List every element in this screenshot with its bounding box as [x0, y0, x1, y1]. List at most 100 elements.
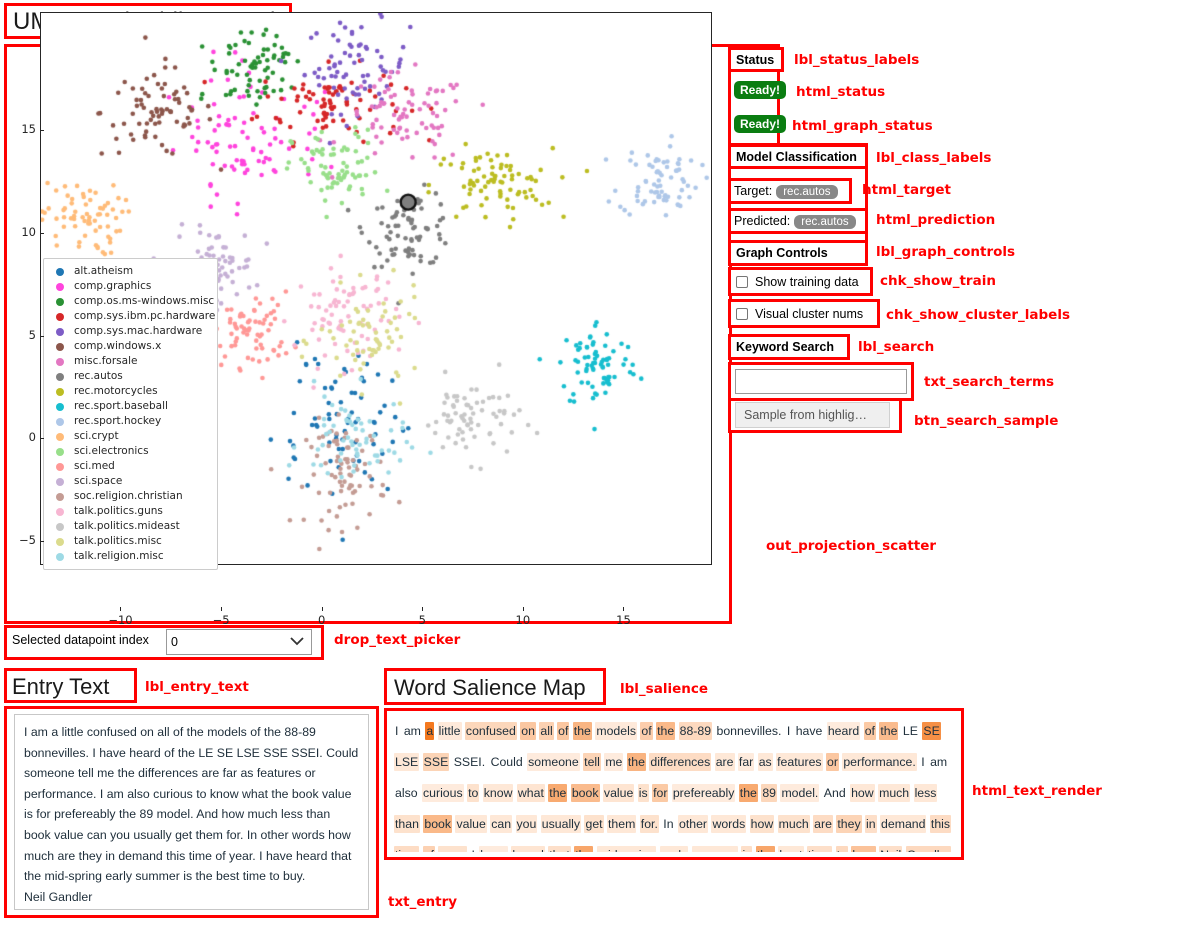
salience-token: is [741, 846, 753, 852]
salience-token: Gandler [905, 846, 952, 852]
legend-color-swatch [56, 507, 64, 516]
legend-color-swatch [56, 522, 64, 531]
salience-token: other [677, 815, 709, 833]
legend-label: comp.graphics [74, 280, 152, 292]
salience-token: summer [691, 846, 739, 852]
graph-status-badge: Ready! [734, 115, 787, 133]
salience-token: the [755, 846, 775, 852]
salience-token: I [921, 755, 925, 769]
salience-token: curious [421, 784, 464, 802]
legend-item: alt.atheism [50, 264, 211, 279]
salience-token: that [548, 846, 571, 852]
salience-token: value [602, 784, 635, 802]
salience-token: you [515, 815, 538, 833]
salience-token: little [437, 722, 462, 740]
salience-token: in [865, 815, 877, 833]
salience-token: bonnevilles. [716, 724, 782, 738]
cluster-nums-checkbox[interactable] [736, 308, 748, 320]
salience-token: SSE [422, 753, 450, 771]
salience-token: the [656, 722, 676, 740]
salience-token: less [913, 784, 938, 802]
txt-entry[interactable]: I am a little confused on all of the mod… [14, 714, 369, 910]
salience-token: 88-89 [678, 722, 713, 740]
salience-token: features [776, 753, 823, 771]
legend-item: rec.motorcycles [50, 384, 211, 399]
salience-token: the [574, 846, 594, 852]
salience-token: than [394, 815, 420, 833]
salience-token: Neil [879, 846, 903, 852]
salience-token: far [737, 753, 755, 771]
legend-color-swatch [56, 462, 64, 471]
salience-token: year. [438, 846, 468, 852]
salience-token: And [823, 786, 846, 800]
salience-token: someone [527, 753, 580, 771]
salience-token: can [490, 815, 513, 833]
salience-token: early [659, 846, 689, 852]
x-axis-tick-label: 15 [616, 613, 631, 627]
salience-token: am [930, 755, 948, 769]
x-axis-tick [321, 607, 323, 611]
legend-label: comp.sys.ibm.pc.hardware [74, 310, 216, 322]
salience-token: best [778, 846, 804, 852]
annotation-html-status: html_status [796, 84, 886, 100]
out-projection-scatter[interactable]: alt.atheism comp.graphics comp.os.ms-windo… [40, 12, 712, 570]
legend-item: misc.forsale [50, 354, 211, 369]
legend-item: rec.sport.hockey [50, 414, 211, 429]
annotation-chk-show-train: chk_show_train [880, 273, 996, 289]
salience-token: I [786, 724, 791, 738]
legend-label: talk.politics.guns [74, 505, 163, 517]
salience-token: of [422, 846, 435, 852]
salience-token: what [516, 784, 545, 802]
search-input[interactable] [735, 369, 907, 394]
annotation-txt-search-terms: txt_search_terms [924, 374, 1055, 390]
legend-item: sci.space [50, 474, 211, 489]
chk-show-cluster-labels[interactable]: Visual cluster nums [736, 307, 863, 321]
salience-token: know [482, 784, 514, 802]
legend-item: talk.politics.mideast [50, 519, 211, 534]
salience-token: usually [540, 815, 582, 833]
legend-color-swatch [56, 477, 64, 486]
legend-color-swatch [56, 387, 64, 396]
salience-token: for. [639, 815, 659, 833]
y-axis-tick-label: 15 [21, 122, 36, 136]
salience-token: SSEI. [453, 755, 486, 769]
legend-item: sci.med [50, 459, 211, 474]
legend-label: rec.autos [74, 370, 123, 382]
salience-token: heard [511, 846, 545, 852]
salience-token: time [806, 846, 833, 852]
search-sample-button[interactable]: Sample from highlig… [735, 402, 890, 428]
legend-color-swatch [56, 342, 64, 351]
salience-token: of [640, 722, 653, 740]
salience-token: the [548, 784, 568, 802]
salience-token: are [813, 815, 833, 833]
salience-token: also [395, 786, 418, 800]
legend-item: sci.crypt [50, 429, 211, 444]
salience-token: me [604, 753, 624, 771]
chk-show-train[interactable]: Show training data [736, 275, 859, 289]
salience-token: prefereably [671, 784, 736, 802]
legend-color-swatch [56, 552, 64, 561]
salience-token: on [520, 722, 536, 740]
salience-token: am [403, 724, 421, 738]
y-axis-tick-label: 5 [28, 327, 36, 342]
salience-token: this [929, 815, 952, 833]
salience-token: as [757, 753, 773, 771]
status-badge: Ready! [734, 81, 787, 99]
annotation-html-target: html_target [862, 182, 952, 198]
legend-label: talk.politics.misc [74, 535, 162, 547]
salience-token: the [879, 722, 899, 740]
salience-token: LSE [394, 753, 420, 771]
html-text-render: I am a little confused on all of the mod… [394, 716, 956, 852]
drop-text-picker[interactable]: 012345 [166, 629, 312, 655]
show-train-checkbox[interactable] [736, 276, 748, 288]
legend-item: talk.religion.misc [50, 549, 211, 564]
legend-item: comp.graphics [50, 279, 211, 294]
salience-token: the [738, 784, 758, 802]
salience-token: are [714, 753, 735, 771]
salience-token: of [863, 722, 876, 740]
salience-token: In [663, 817, 674, 831]
salience-token: words [711, 815, 747, 833]
legend-color-swatch [56, 417, 64, 426]
salience-token: SE [922, 722, 941, 740]
legend-color-swatch [56, 357, 64, 366]
